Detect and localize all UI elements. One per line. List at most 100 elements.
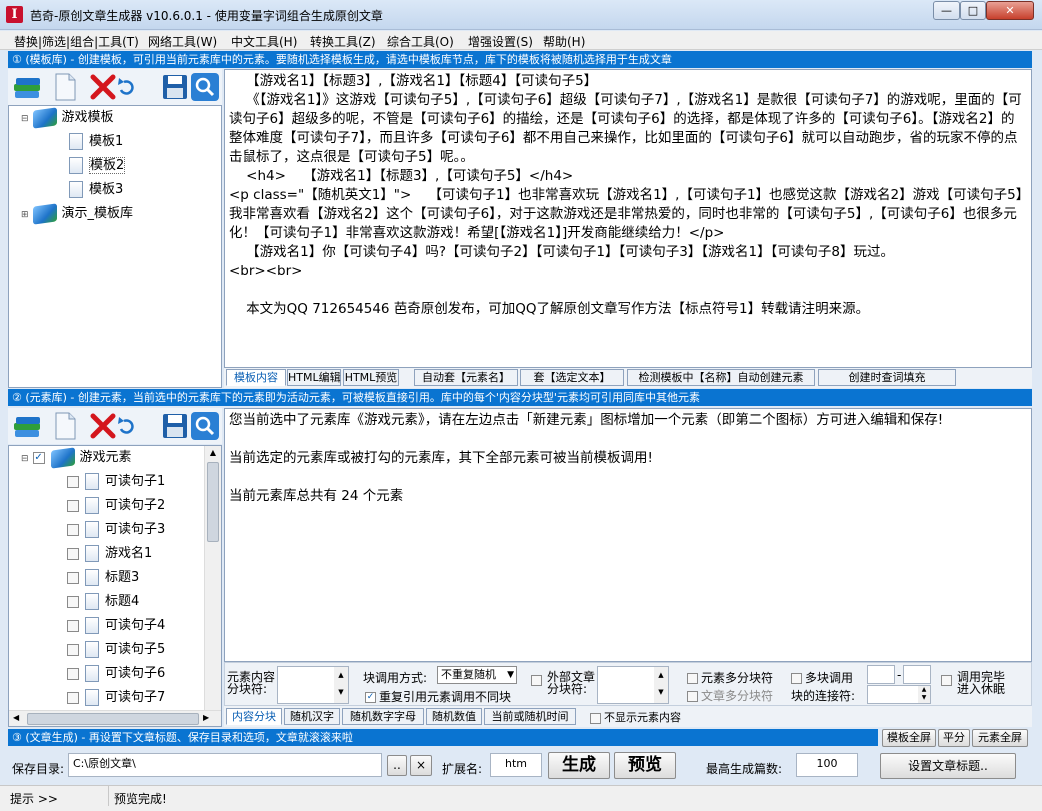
external-block-input[interactable]: ▲ ▼: [597, 666, 669, 704]
element-item[interactable]: 可读句子4: [67, 615, 165, 637]
max-count-input[interactable]: 100: [796, 753, 858, 777]
scroll-thumb[interactable]: [207, 462, 219, 542]
checkbox[interactable]: [67, 619, 79, 632]
minimize-button[interactable]: —: [933, 1, 960, 20]
save-dir-input[interactable]: C:\原创文章\: [68, 753, 382, 777]
tree-node-demo-library[interactable]: ⊞ 演示_模板库: [21, 202, 133, 225]
split-even-button[interactable]: 平分: [938, 729, 970, 747]
element-item[interactable]: 可读句子3: [67, 519, 165, 541]
new-element-icon[interactable]: [50, 411, 80, 441]
maximize-button[interactable]: □: [960, 1, 986, 20]
save-icon[interactable]: [160, 411, 190, 441]
checkbox[interactable]: [67, 643, 79, 656]
element-item[interactable]: 标题4: [67, 591, 139, 613]
checkbox[interactable]: ✓: [32, 451, 45, 464]
element-item[interactable]: 标题3: [67, 567, 139, 589]
checkbox[interactable]: [67, 475, 79, 488]
menu-help[interactable]: 帮助(H): [543, 32, 585, 51]
tab-html-preview[interactable]: HTML预览: [343, 369, 399, 386]
element-item[interactable]: 可读句子1: [67, 471, 165, 493]
call-finish-checkbox[interactable]: [941, 673, 955, 687]
element-item[interactable]: 可读句子7: [67, 687, 165, 709]
tree-item-template3[interactable]: 模板3: [69, 179, 123, 201]
menu-chinese-tools[interactable]: 中文工具(H): [231, 32, 297, 51]
tree-item-template1[interactable]: 模板1: [69, 131, 123, 153]
menu-enhanced-settings[interactable]: 增强设置(S): [468, 32, 533, 51]
checkbox[interactable]: [67, 547, 79, 560]
repeat-ref-checkbox[interactable]: ✓ 重复引用元素调用不同块: [365, 688, 511, 705]
block-call-select[interactable]: 不重复随机 ▼: [437, 666, 517, 684]
scroll-left-icon[interactable]: ◀: [13, 713, 19, 722]
menu-replace-tools[interactable]: 替换|筛选|组合|工具(T): [14, 32, 139, 51]
menu-network-tools[interactable]: 网络工具(W): [148, 32, 217, 51]
multi-element-checkbox[interactable]: 元素多分块符: [687, 669, 773, 686]
detect-create-elements-button[interactable]: 检测模板中【名称】自动创建元素: [627, 369, 815, 386]
range-min-input[interactable]: [867, 665, 895, 684]
delete-icon[interactable]: [88, 72, 118, 102]
checkbox[interactable]: [67, 667, 79, 680]
generate-button[interactable]: 生成: [548, 752, 610, 779]
checkbox[interactable]: [67, 499, 79, 512]
vertical-scrollbar[interactable]: ▲: [204, 446, 221, 710]
element-item[interactable]: 游戏名1: [67, 543, 152, 565]
spin-icon[interactable]: ▲ ▼: [334, 667, 348, 703]
checkbox[interactable]: [67, 595, 79, 608]
undo-icon[interactable]: [116, 72, 136, 102]
checkbox[interactable]: [67, 691, 79, 704]
tab-html-edit[interactable]: HTML编辑: [287, 369, 341, 386]
block-joiner-input[interactable]: ▲ ▼: [867, 685, 931, 704]
multi-article-checkbox[interactable]: 文章多分块符: [687, 687, 773, 704]
element-item[interactable]: 可读句子2: [67, 495, 165, 517]
range-max-input[interactable]: [903, 665, 931, 684]
checkbox[interactable]: [67, 571, 79, 584]
insert-selected-text-button[interactable]: 套【选定文本】: [520, 369, 624, 386]
books-icon[interactable]: [12, 411, 42, 441]
tree-item-template2[interactable]: 模板2: [69, 155, 126, 177]
auto-insert-element-button[interactable]: 自动套【元素名】: [414, 369, 518, 386]
new-file-icon[interactable]: [50, 72, 80, 102]
clear-button[interactable]: ×: [410, 755, 432, 776]
element-fullscreen-button[interactable]: 元素全屏: [972, 729, 1028, 747]
close-button[interactable]: ✕: [986, 1, 1034, 20]
tab-template-content[interactable]: 模板内容: [226, 369, 286, 386]
hide-content-checkbox[interactable]: 不显示元素内容: [590, 709, 681, 725]
tab-random-time[interactable]: 当前或随机时间: [484, 708, 576, 725]
external-checkbox[interactable]: [531, 673, 545, 687]
horizontal-scrollbar[interactable]: ◀ ▶: [9, 710, 221, 726]
scroll-up-icon[interactable]: ▲: [205, 446, 221, 460]
scroll-thumb-h[interactable]: [27, 713, 199, 725]
spin-icon[interactable]: ▲ ▼: [918, 686, 930, 703]
element-item[interactable]: 可读句子6: [67, 663, 165, 685]
scroll-right-icon[interactable]: ▶: [203, 713, 209, 722]
lookup-fill-button[interactable]: 创建时查词填充: [818, 369, 956, 386]
template-fullscreen-button[interactable]: 模板全屏: [882, 729, 936, 747]
tab-content-block[interactable]: 内容分块: [226, 708, 282, 725]
tab-random-number[interactable]: 随机数值: [426, 708, 482, 725]
books-icon[interactable]: [12, 72, 42, 102]
tab-random-chinese[interactable]: 随机汉字: [284, 708, 340, 725]
template-text[interactable]: 【游戏名1】【标题3】,【游戏名1】【标题4】【可读句子5】 《【游戏名1】》这…: [229, 72, 1027, 319]
undo-icon[interactable]: [116, 411, 136, 441]
tab-random-alnum[interactable]: 随机数字字母: [342, 708, 424, 725]
delete-icon[interactable]: [88, 411, 118, 441]
tree-node-game-template[interactable]: ⊟ 游戏模板: [21, 106, 114, 129]
search-icon[interactable]: [190, 72, 220, 102]
set-title-button[interactable]: 设置文章标题..: [880, 753, 1016, 779]
spin-icon[interactable]: ▲ ▼: [654, 667, 668, 703]
menu-general-tools[interactable]: 综合工具(O): [387, 32, 454, 51]
save-icon[interactable]: [160, 72, 190, 102]
checkbox[interactable]: [67, 523, 79, 536]
menu-convert-tools[interactable]: 转换工具(Z): [310, 32, 376, 51]
template-content-editor[interactable]: 【游戏名1】【标题3】,【游戏名1】【标题4】【可读句子5】 《【游戏名1】》这…: [224, 69, 1032, 368]
browse-button[interactable]: ..: [387, 755, 407, 776]
element-item[interactable]: 可读句子5: [67, 639, 165, 661]
multi-call-label: 多块调用: [805, 671, 854, 685]
tree-node-game-elements[interactable]: ⊟ ✓ 游戏元素: [21, 446, 132, 469]
element-content-area[interactable]: 您当前选中了元素库《游戏元素》，请在左边点击「新建元素」图标增加一个元素（即第二…: [224, 408, 1032, 662]
preview-button[interactable]: 预览: [614, 752, 676, 779]
content-block-input[interactable]: ▲ ▼: [277, 666, 349, 704]
template-tree: ⊟ 游戏模板 模板1 模板2 模板3 ⊞ 演示_模板库: [8, 105, 222, 388]
multi-call-checkbox[interactable]: 多块调用: [791, 669, 853, 686]
search-icon[interactable]: [190, 411, 220, 441]
ext-input[interactable]: htm: [490, 753, 542, 777]
